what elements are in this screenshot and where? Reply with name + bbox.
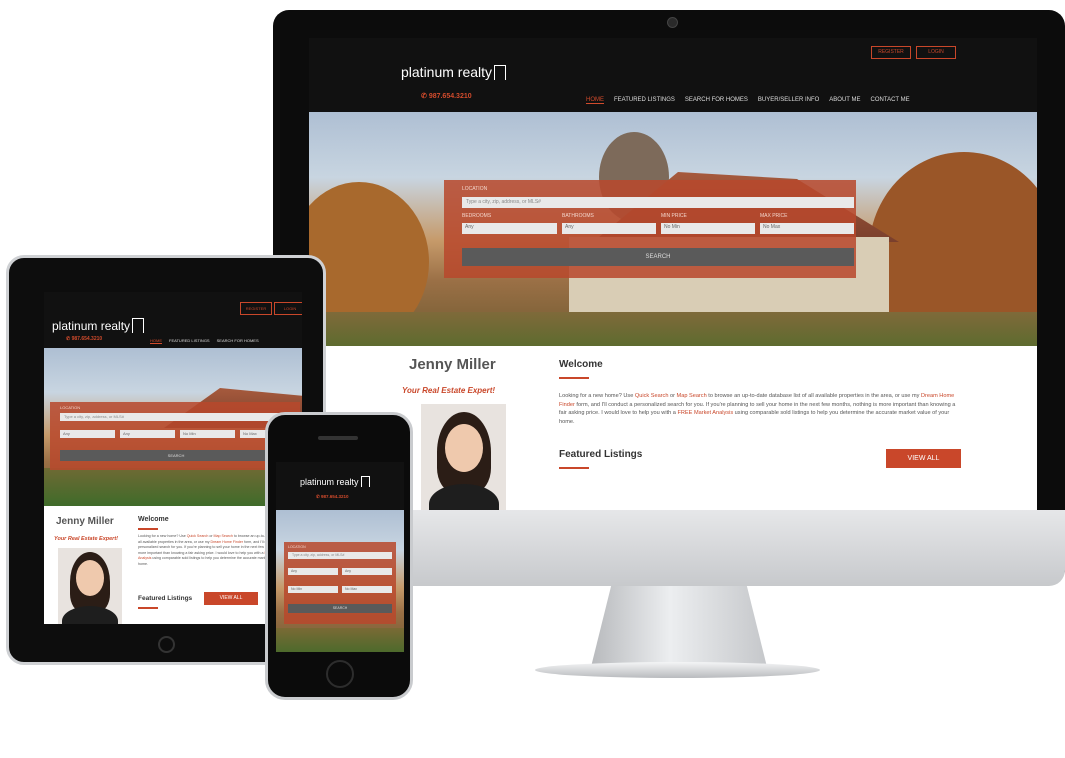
shirt	[62, 606, 118, 624]
search-button[interactable]: SEARCH	[288, 604, 392, 613]
search-button[interactable]: SEARCH	[462, 248, 854, 266]
lawn	[44, 468, 302, 506]
search-panel: LOCATION Type a city, zip, address, or M…	[284, 542, 396, 624]
nav-home[interactable]: HOME	[150, 338, 162, 344]
nav-search-for-homes[interactable]: SEARCH FOR HOMES	[217, 338, 259, 344]
map-search-link[interactable]: Map Search	[214, 534, 233, 538]
face	[76, 560, 104, 596]
featured-title: Featured Listings	[138, 595, 193, 602]
nav-contact-me[interactable]: CONTACT ME	[871, 97, 910, 104]
bedrooms-select[interactable]: Any	[288, 568, 338, 575]
register-button[interactable]: REGISTER	[240, 302, 272, 315]
nav-home[interactable]: HOME	[586, 97, 604, 104]
min-price-select[interactable]: No Min	[661, 223, 755, 234]
phone-screen: platinum realty ✆ 987.654.3210 LOCATION …	[276, 462, 404, 652]
lawn	[309, 312, 1037, 346]
featured-rule	[138, 607, 158, 609]
featured-rule	[559, 467, 589, 469]
search-panel: LOCATION Type a city, zip, address, or M…	[50, 402, 300, 470]
location-input[interactable]: Type a city, zip, address, or MLS#	[60, 413, 292, 421]
desktop-screen: platinum realty ✆ 987.654.3210 REGISTER …	[309, 38, 1037, 510]
main-nav: HOME FEATURED LISTINGS SEARCH FOR HOMES …	[586, 97, 910, 104]
view-all-button[interactable]: VIEW ALL	[204, 592, 258, 605]
camera-icon	[667, 17, 678, 28]
login-button[interactable]: LOGIN	[274, 302, 302, 315]
monitor-stand	[590, 585, 768, 671]
quick-search-link[interactable]: Quick Search	[635, 393, 669, 399]
login-button[interactable]: LOGIN	[916, 46, 956, 59]
bathrooms-select[interactable]: Any	[120, 430, 175, 438]
search-panel: LOCATION Type a city, zip, address, or M…	[444, 180, 856, 278]
agent-tagline: Your Real Estate Expert!	[54, 536, 118, 542]
agent-photo	[421, 404, 506, 510]
site-logo[interactable]: platinum realty	[401, 64, 507, 80]
building-icon	[132, 318, 145, 333]
welcome-text: Looking for a new home? Use Quick Search…	[559, 393, 956, 425]
max-price-select[interactable]: No Max	[760, 223, 854, 234]
view-all-button[interactable]: VIEW ALL	[886, 449, 961, 468]
face	[445, 424, 483, 472]
nav-featured-listings[interactable]: FEATURED LISTINGS	[169, 338, 210, 344]
max-price-label: MAX PRICE	[760, 213, 788, 219]
building-icon	[494, 65, 507, 80]
agent-name: Jenny Miller	[56, 516, 114, 527]
nav-featured-listings[interactable]: FEATURED LISTINGS	[614, 97, 675, 104]
dream-home-finder-link[interactable]: Dream Home Finder	[211, 540, 244, 544]
bathrooms-label: BATHROOMS	[562, 213, 594, 219]
quick-search-link[interactable]: Quick Search	[187, 534, 209, 538]
featured-title: Featured Listings	[559, 449, 643, 460]
map-search-link[interactable]: Map Search	[677, 393, 707, 399]
tablet-home-button	[158, 636, 175, 653]
agent-name: Jenny Miller	[409, 356, 496, 373]
register-button[interactable]: REGISTER	[871, 46, 911, 59]
building-icon	[360, 476, 370, 487]
header-phone[interactable]: ✆ 987.654.3210	[421, 92, 472, 100]
min-price-select[interactable]: No Min	[288, 586, 338, 593]
monitor-base	[535, 662, 820, 678]
bedrooms-select[interactable]: Any	[60, 430, 115, 438]
max-price-select[interactable]: No Max	[342, 586, 392, 593]
phone-speaker	[318, 436, 358, 440]
location-input[interactable]: Type a city, zip, address, or MLS#	[288, 552, 392, 559]
nav-about-me[interactable]: ABOUT ME	[829, 97, 860, 104]
lawn	[276, 628, 404, 652]
logo-text: platinum realty	[401, 64, 493, 80]
location-input[interactable]: Type a city, zip, address, or MLS#	[462, 197, 854, 208]
content-area: Jenny Miller Your Real Estate Expert! We…	[44, 506, 302, 624]
welcome-title: Welcome	[138, 516, 169, 523]
site-logo[interactable]: platinum realty	[52, 318, 145, 333]
bathrooms-select[interactable]: Any	[562, 223, 656, 234]
agent-tagline: Your Real Estate Expert!	[402, 386, 496, 395]
bathrooms-select[interactable]: Any	[342, 568, 392, 575]
phone-home-button	[326, 660, 354, 688]
min-price-label: MIN PRICE	[661, 213, 687, 219]
content-area: Jenny Miller Your Real Estate Expert! We…	[309, 346, 1037, 510]
phone-icon: ✆	[421, 93, 429, 100]
header-phone[interactable]: ✆ 987.654.3210	[66, 336, 102, 342]
main-nav: HOME FEATURED LISTINGS SEARCH FOR HOMES	[150, 338, 259, 344]
agent-photo	[58, 548, 122, 624]
nav-search-for-homes[interactable]: SEARCH FOR HOMES	[685, 97, 748, 104]
nav-buyer-seller-info[interactable]: BUYER/SELLER INFO	[758, 97, 819, 104]
welcome-rule	[138, 528, 158, 530]
site-logo[interactable]: platinum realty	[300, 476, 370, 487]
welcome-rule	[559, 377, 589, 379]
location-label: LOCATION	[462, 186, 488, 192]
bedrooms-select[interactable]: Any	[462, 223, 557, 234]
tablet-screen: REGISTER LOGIN platinum realty ✆ 987.654…	[44, 292, 302, 624]
location-label: LOCATION	[60, 405, 81, 410]
market-analysis-link[interactable]: FREE Market Analysis	[677, 410, 733, 416]
location-label: LOCATION	[288, 545, 306, 549]
search-button[interactable]: SEARCH	[60, 450, 292, 461]
welcome-title: Welcome	[559, 359, 603, 370]
shirt	[429, 484, 499, 510]
header-phone[interactable]: ✆ 987.654.3210	[316, 494, 349, 500]
min-price-select[interactable]: No Min	[180, 430, 235, 438]
bedrooms-label: BEDROOMS	[462, 213, 492, 219]
